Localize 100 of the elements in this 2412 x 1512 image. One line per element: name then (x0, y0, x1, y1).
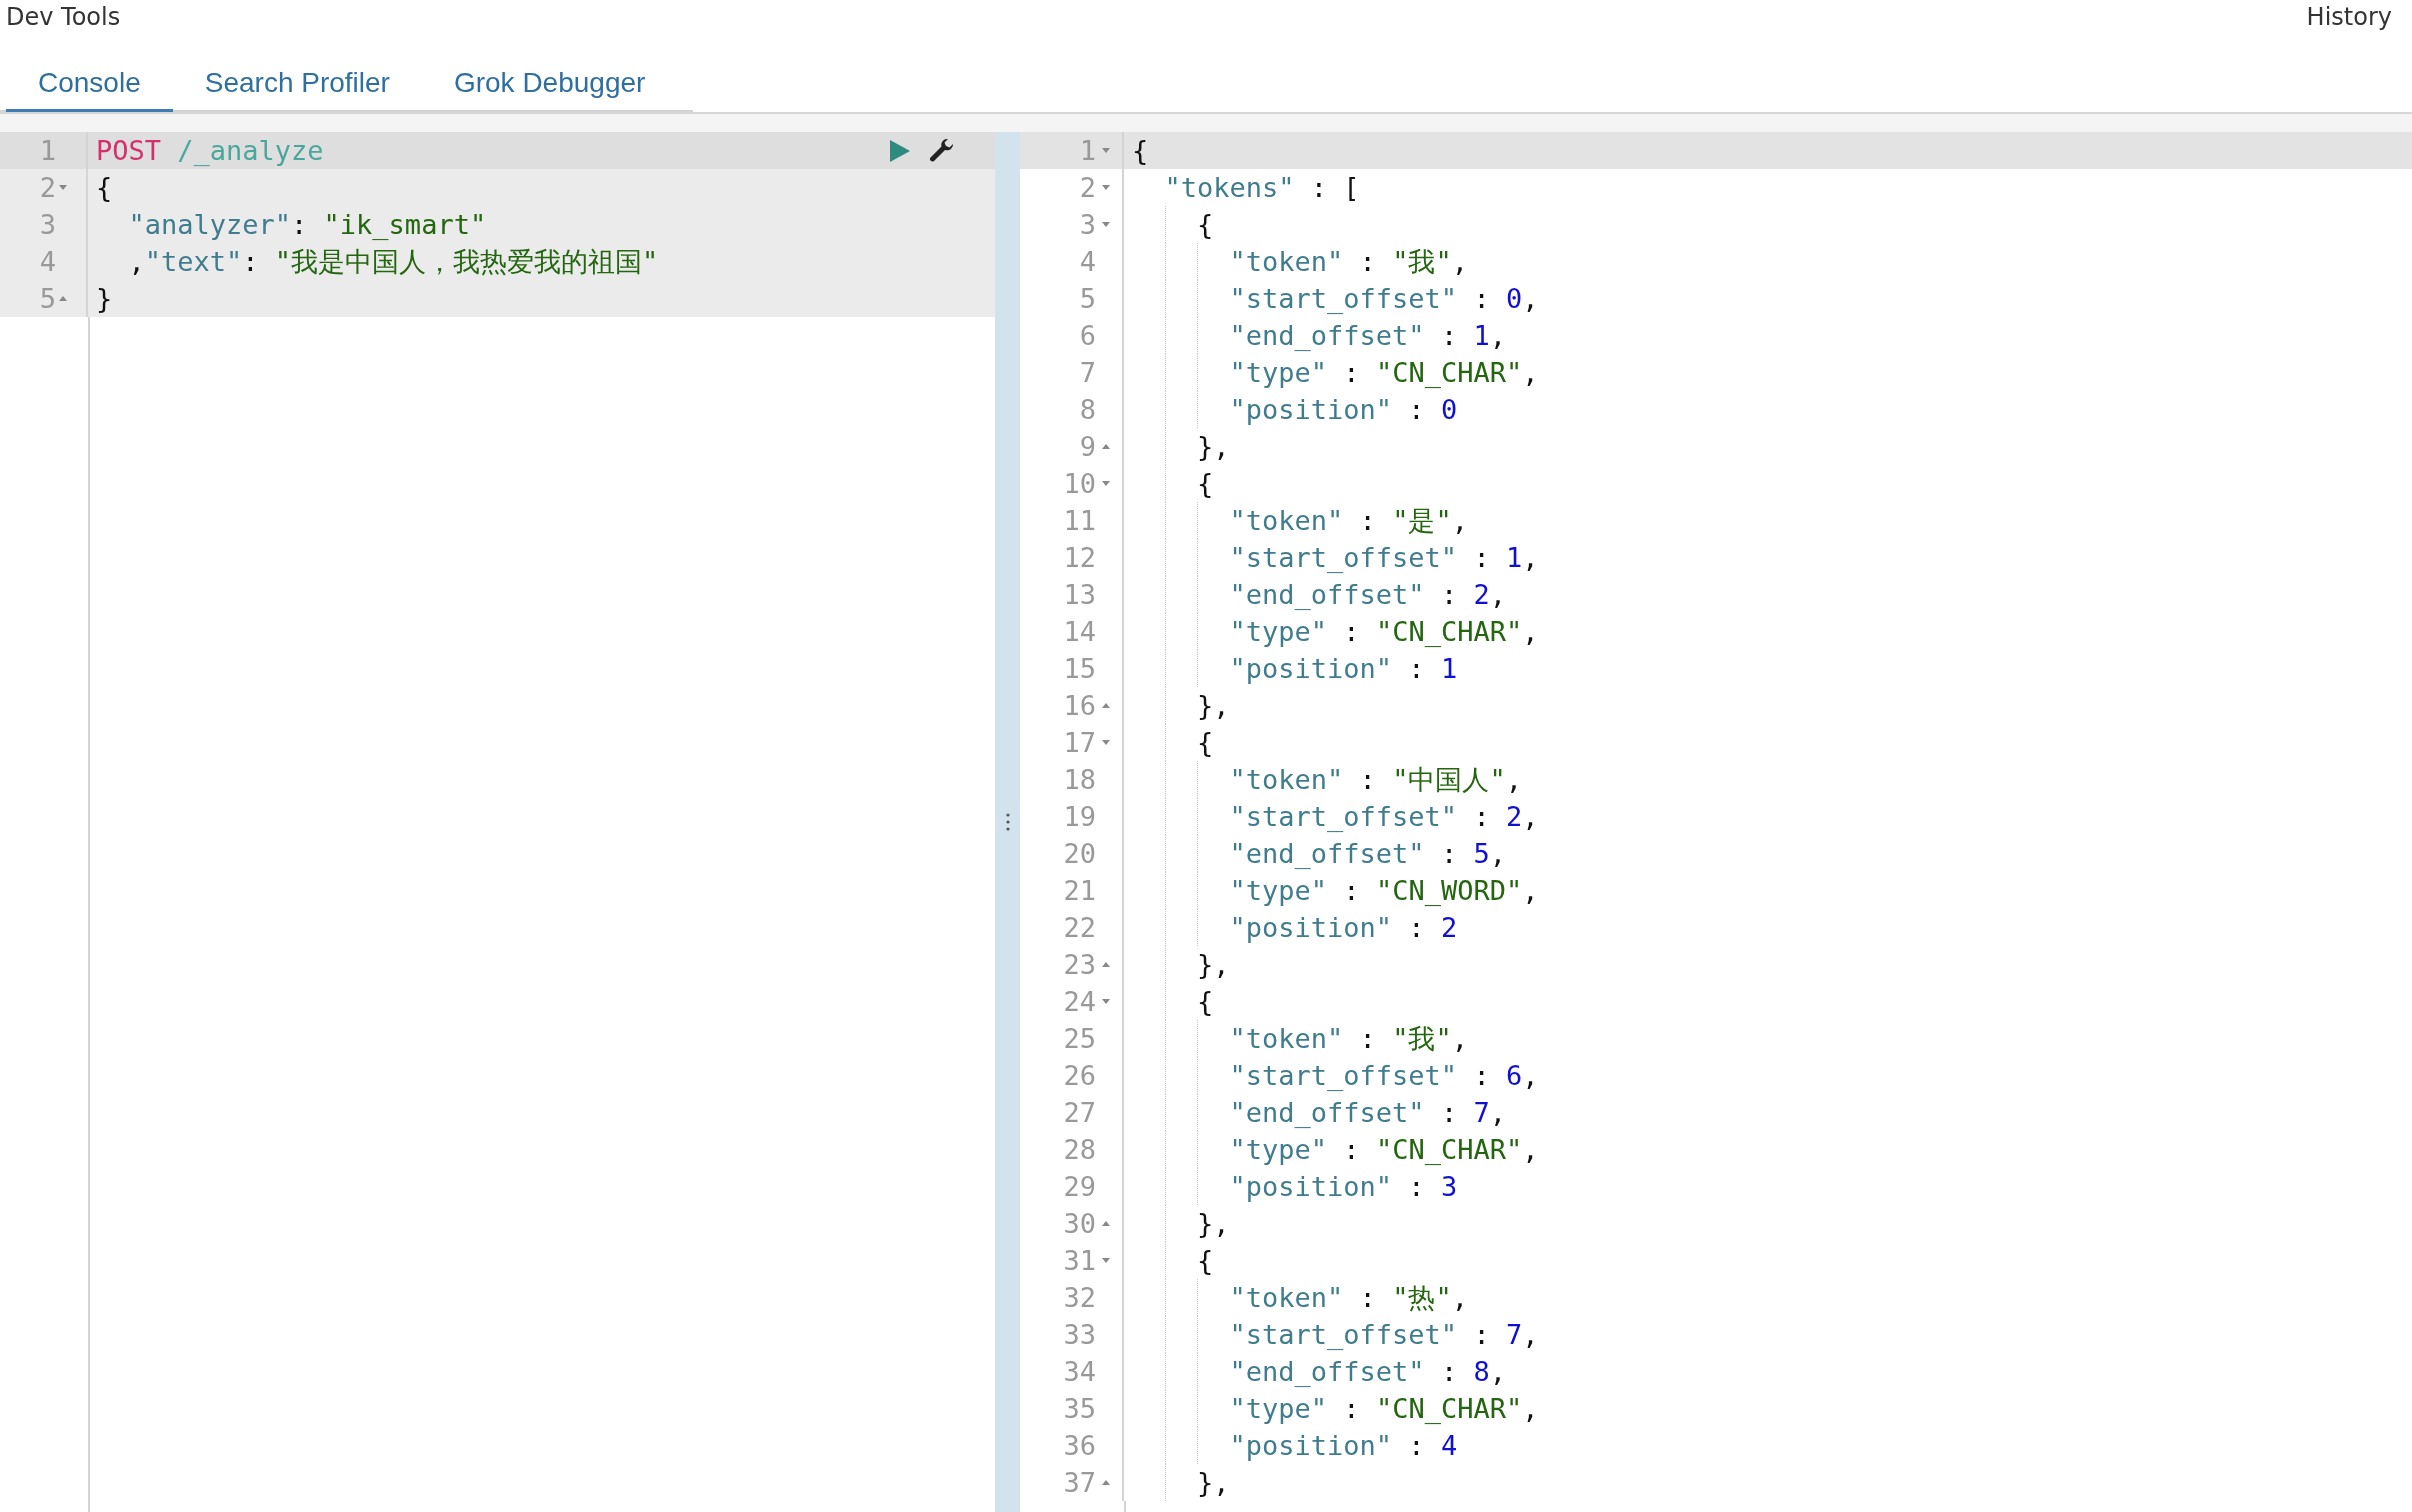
punctuation: , (1522, 1319, 1539, 1350)
fold-arrow-icon[interactable] (1101, 1479, 1111, 1486)
json-number: 1 (1505, 542, 1523, 573)
line-number: 20 (1063, 838, 1096, 869)
json-number: 4 (1440, 1430, 1458, 1461)
json-key: "position" (1229, 912, 1393, 943)
json-number: 7 (1473, 1097, 1490, 1128)
fold-arrow-icon[interactable] (1101, 1257, 1111, 1264)
punctuation: : (1439, 1097, 1459, 1128)
punctuation: }, (1197, 690, 1230, 721)
line-number: 7 (1079, 357, 1096, 388)
punctuation: , (1489, 1097, 1506, 1128)
fold-arrow-icon[interactable] (1101, 961, 1111, 968)
json-key: "type" (1229, 1134, 1328, 1165)
play-icon[interactable] (889, 138, 911, 163)
json-string: "CN_CHAR" (1375, 616, 1523, 647)
line-number: 6 (1079, 320, 1096, 351)
punctuation: : (1407, 653, 1426, 684)
json-key: "position" (1229, 1171, 1393, 1202)
punctuation: { (1197, 209, 1214, 240)
punctuation: { (1197, 727, 1214, 758)
line-number: 15 (1063, 653, 1096, 684)
http-method: POST (96, 135, 162, 166)
fold-arrow-icon[interactable] (1101, 739, 1111, 746)
line-number: 26 (1063, 1060, 1096, 1091)
line-number: 1 (1079, 135, 1096, 166)
punctuation: , (1505, 764, 1522, 795)
punctuation: : (1472, 283, 1491, 314)
json-key: "position" (1229, 394, 1393, 425)
line-number: 8 (1079, 394, 1096, 425)
fold-arrow-icon[interactable] (1101, 702, 1111, 709)
line-number: 10 (1063, 468, 1096, 499)
json-key: "type" (1229, 616, 1328, 647)
line-number: 2 (1079, 172, 1096, 203)
json-string: "我" (1392, 244, 1452, 279)
json-key: "type" (1229, 357, 1328, 388)
line-number: 22 (1063, 912, 1096, 943)
json-key: "tokens" (1164, 172, 1295, 203)
fold-arrow-icon[interactable] (1101, 480, 1111, 487)
fold-arrow-icon[interactable] (58, 295, 68, 302)
line-number: 3 (1079, 209, 1096, 240)
fold-arrow-icon[interactable] (1101, 998, 1111, 1005)
punctuation: , (1522, 357, 1539, 388)
line-number: 34 (1063, 1356, 1096, 1387)
json-key: "start_offset" (1229, 1319, 1458, 1350)
json-key: "token" (1229, 1023, 1344, 1054)
fold-arrow-icon[interactable] (1101, 443, 1111, 450)
punctuation: : (1342, 1393, 1361, 1424)
line-number: 2 (39, 172, 56, 203)
punctuation: , (1522, 1393, 1539, 1424)
line-number: 37 (1063, 1467, 1096, 1498)
fold-arrow-icon[interactable] (1101, 147, 1111, 154)
line-number: 28 (1063, 1134, 1096, 1165)
history-link[interactable]: History (2306, 4, 2392, 30)
json-key: "text" (144, 246, 243, 277)
json-key: "type" (1229, 1393, 1328, 1424)
fold-arrow-icon[interactable] (1101, 184, 1111, 191)
line-number: 36 (1063, 1430, 1096, 1461)
punctuation: : (1358, 1023, 1377, 1054)
punctuation: { (1132, 135, 1149, 166)
resize-handle[interactable] (995, 132, 1020, 1512)
line-number: 23 (1063, 949, 1096, 980)
json-key: "position" (1229, 653, 1393, 684)
json-string: "CN_CHAR" (1375, 357, 1523, 388)
line-number: 35 (1063, 1393, 1096, 1424)
json-string: "CN_CHAR" (1375, 1134, 1523, 1165)
tab[interactable]: Grok Debugger (421, 30, 678, 112)
punctuation: }, (1197, 1467, 1230, 1498)
punctuation: , (128, 246, 145, 277)
json-string: "CN_CHAR" (1375, 1393, 1523, 1424)
punctuation: }, (1197, 949, 1230, 980)
json-number: 5 (1473, 838, 1490, 869)
json-key: "end_offset" (1229, 320, 1425, 351)
tab[interactable]: Search Profiler (172, 30, 422, 112)
fold-arrow-icon[interactable] (1101, 1220, 1111, 1227)
fold-arrow-icon[interactable] (1101, 221, 1111, 228)
punctuation: , (1451, 246, 1468, 277)
punctuation: : (1472, 1319, 1491, 1350)
punctuation: , (1451, 1023, 1468, 1054)
json-key: "start_offset" (1229, 801, 1458, 832)
line-number: 11 (1063, 505, 1096, 536)
line-number: 24 (1063, 986, 1096, 1017)
json-number: 2 (1473, 579, 1490, 610)
punctuation: } (96, 283, 113, 314)
fold-arrow-icon[interactable] (58, 184, 68, 191)
punctuation: : (1407, 912, 1426, 943)
punctuation: , (1489, 320, 1506, 351)
punctuation: , (1522, 1134, 1539, 1165)
line-number: 14 (1063, 616, 1096, 647)
wrench-icon[interactable] (929, 137, 955, 164)
punctuation: { (96, 172, 113, 203)
json-number: 2 (1505, 801, 1523, 832)
punctuation: : (1342, 875, 1361, 906)
line-number: 21 (1063, 875, 1096, 906)
json-string: "我" (1392, 1021, 1452, 1056)
json-key: "token" (1229, 505, 1344, 536)
punctuation: , (1522, 875, 1539, 906)
punctuation: : [ (1309, 172, 1360, 203)
punctuation: , (1522, 801, 1539, 832)
json-number: 3 (1440, 1171, 1458, 1202)
